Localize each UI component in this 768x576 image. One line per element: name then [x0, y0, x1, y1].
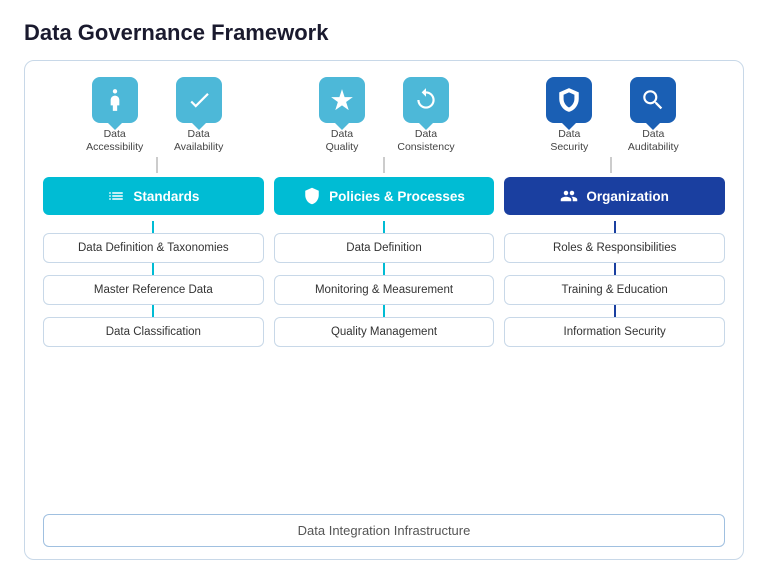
framework-box: DataAccessibility DataAvailability DataQ…	[24, 60, 744, 560]
organization-col: Roles & Responsibilities Training & Educ…	[504, 221, 725, 504]
organization-icon	[560, 187, 578, 205]
icon-label-quality: DataQuality	[326, 128, 359, 153]
icon-item-quality: DataQuality	[307, 77, 377, 153]
icon-group-3: DataSecurity DataAuditability	[534, 77, 688, 153]
standards-col: Data Definition & Taxonomies Master Refe…	[43, 221, 264, 504]
organization-label: Organization	[586, 189, 669, 204]
bottom-label: Data Integration Infrastructure	[298, 523, 471, 538]
card-quality-management: Quality Management	[274, 317, 495, 347]
icon-item-consistency: DataConsistency	[391, 77, 461, 153]
card-information-security: Information Security	[504, 317, 725, 347]
icon-item-auditability: DataAuditability	[618, 77, 688, 153]
icon-label-security: DataSecurity	[550, 128, 588, 153]
card-data-definition-taxonomies: Data Definition & Taxonomies	[43, 233, 264, 263]
auditability-icon	[630, 77, 676, 123]
policies-label: Policies & Processes	[329, 189, 465, 204]
card-roles-responsibilities: Roles & Responsibilities	[504, 233, 725, 263]
icon-label-consistency: DataConsistency	[397, 128, 454, 153]
icon-group-2: DataQuality DataConsistency	[307, 77, 461, 153]
content-row: Data Definition & Taxonomies Master Refe…	[43, 221, 725, 504]
icon-item-availability: DataAvailability	[164, 77, 234, 153]
icon-item-accessibility: DataAccessibility	[80, 77, 150, 153]
icon-group-1: DataAccessibility DataAvailability	[80, 77, 234, 153]
page: Data Governance Framework DataAccessibil…	[0, 0, 768, 576]
page-title: Data Governance Framework	[24, 20, 744, 46]
icon-label-accessibility: DataAccessibility	[86, 128, 143, 153]
policies-col: Data Definition Monitoring & Measurement…	[274, 221, 495, 504]
availability-icon	[176, 77, 222, 123]
consistency-icon	[403, 77, 449, 123]
standards-icon	[107, 187, 125, 205]
policies-icon	[303, 187, 321, 205]
quality-icon	[319, 77, 365, 123]
organization-header: Organization	[504, 177, 725, 215]
headers-row: Standards Policies & Processes Organizat…	[43, 177, 725, 215]
standards-label: Standards	[133, 189, 199, 204]
card-master-reference: Master Reference Data	[43, 275, 264, 305]
icon-item-security: DataSecurity	[534, 77, 604, 153]
icon-label-availability: DataAvailability	[174, 128, 223, 153]
standards-header: Standards	[43, 177, 264, 215]
icon-label-auditability: DataAuditability	[628, 128, 679, 153]
card-monitoring-measurement: Monitoring & Measurement	[274, 275, 495, 305]
icons-row: DataAccessibility DataAvailability DataQ…	[43, 77, 725, 153]
security-icon	[546, 77, 592, 123]
card-data-classification: Data Classification	[43, 317, 264, 347]
card-data-definition: Data Definition	[274, 233, 495, 263]
policies-header: Policies & Processes	[274, 177, 495, 215]
accessibility-icon	[92, 77, 138, 123]
bottom-bar: Data Integration Infrastructure	[43, 514, 725, 547]
card-training-education: Training & Education	[504, 275, 725, 305]
